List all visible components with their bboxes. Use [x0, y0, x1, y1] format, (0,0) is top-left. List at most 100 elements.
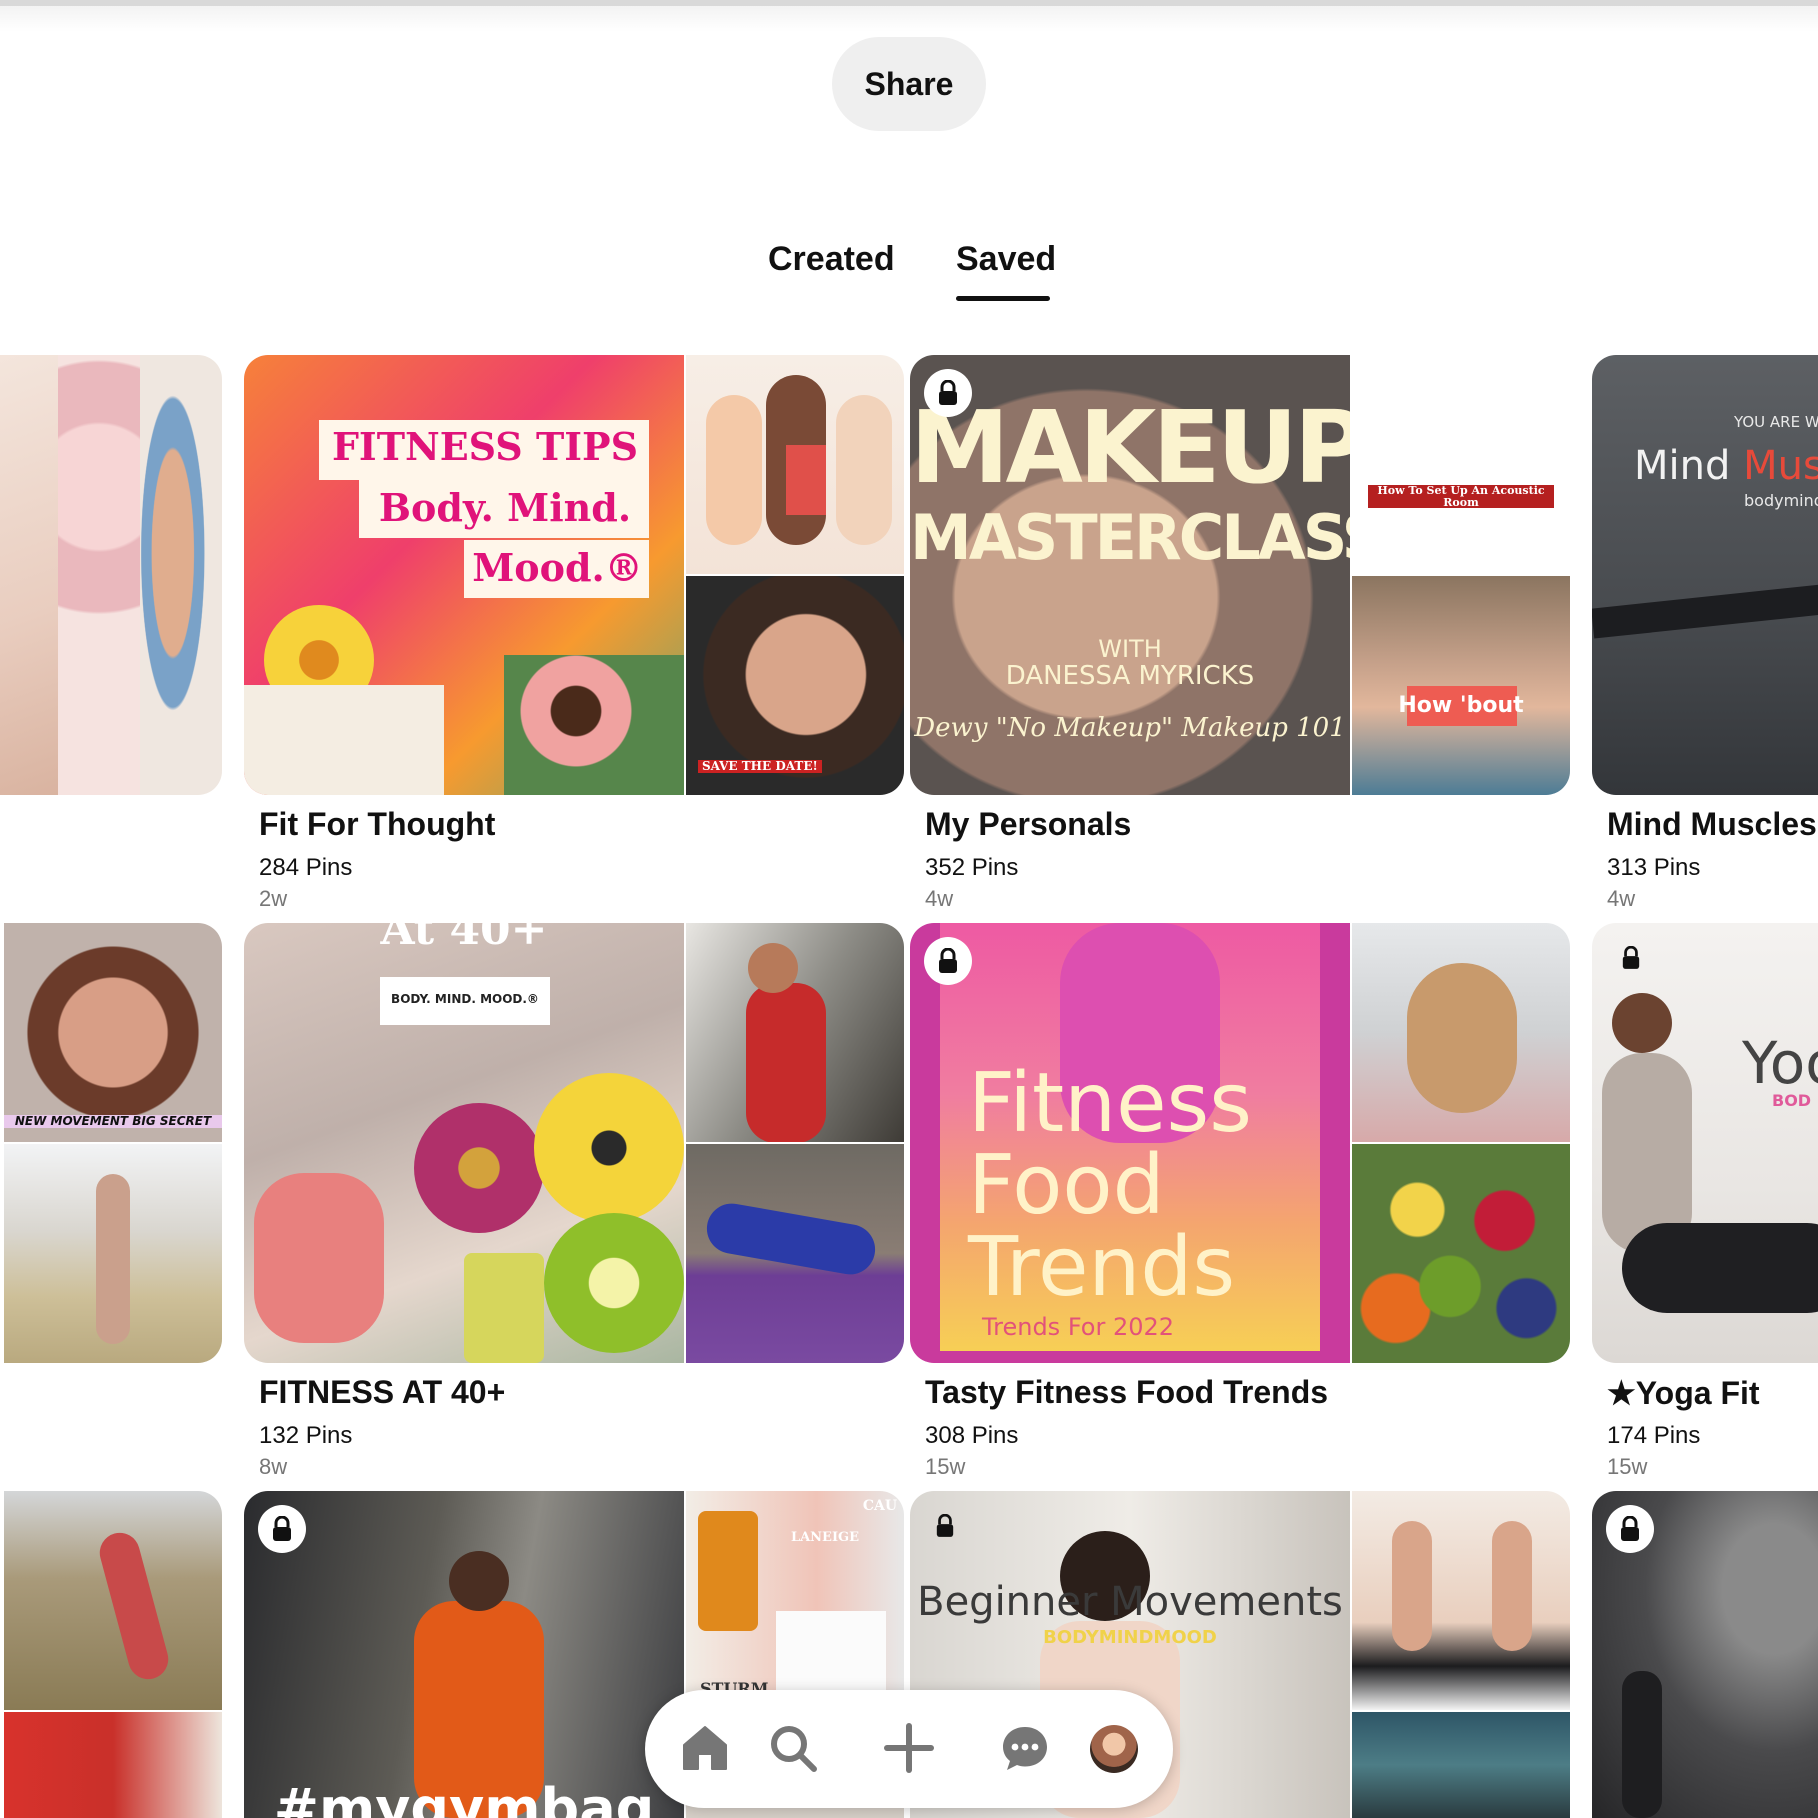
board-title[interactable]: FITNESS AT 40+: [259, 1374, 505, 1411]
top-shadow: [0, 6, 1818, 32]
bottom-nav-bar: [645, 1690, 1173, 1808]
board-updated: 2w: [259, 886, 288, 911]
cover-text: Trends For 2022: [982, 1313, 1175, 1341]
cover-text: BODYMINDMOOD: [1043, 1627, 1217, 1648]
cover-text: LANEIGE: [790, 1530, 860, 1545]
cover-image: [4, 1712, 222, 1818]
board-title[interactable]: Tasty Fitness Food Trends: [925, 1374, 1328, 1411]
avatar[interactable]: [1090, 1725, 1138, 1773]
cover-image-bottom-right: How 'bout: [1352, 576, 1570, 795]
cover-image: [4, 1491, 222, 1710]
cover-image: [140, 355, 222, 795]
cover-text: CAU: [862, 1498, 898, 1514]
cover-image-top-right: LANEIGE CAU STURM: [686, 1491, 904, 1710]
home-icon[interactable]: [677, 1720, 733, 1776]
cover-image: [4, 1144, 222, 1363]
board-updated: 4w: [1607, 886, 1636, 911]
cover-text: #mygymbag: [273, 1777, 655, 1818]
board-cover-partial-left-3[interactable]: [0, 1491, 222, 1818]
chat-icon[interactable]: [997, 1720, 1053, 1776]
board-pin-count: 284 Pins: [259, 854, 353, 881]
board-updated: 15w: [925, 1454, 966, 1479]
cover-image-top-right: How To Set Up An Acoustic Room: [1352, 355, 1570, 574]
cover-image-main: Yoo BOD: [1592, 923, 1818, 1363]
lock-icon: [1616, 943, 1646, 973]
cover-image-main: #mygymbag: [244, 1491, 684, 1818]
cover-image-top-right: [1352, 1491, 1570, 1710]
board-cover-partial-right-3[interactable]: [1592, 1491, 1818, 1818]
lock-icon: [930, 1511, 960, 1541]
cover-image-top-right: [686, 923, 904, 1142]
board-cover-yoga-fit[interactable]: Yoo BOD: [1592, 923, 1818, 1363]
cover-text: Mind: [1634, 443, 1744, 489]
cover-text: MASTERCLASS: [910, 501, 1350, 574]
cover-image: [58, 355, 140, 795]
board-updated: 15w: [1607, 1454, 1648, 1479]
cover-text: How To Set Up An Acoustic Room: [1368, 485, 1554, 509]
cover-text: Yoo: [1742, 1029, 1818, 1097]
board-title[interactable]: Mind Muscles: [1607, 806, 1817, 843]
search-icon[interactable]: [765, 1720, 821, 1776]
board-cover-mind-muscles[interactable]: YOU ARE WO Mind Musc bodymind: [1592, 355, 1818, 795]
cover-text: BOD: [1772, 1091, 1812, 1110]
cover-text: Dewy "No Makeup" Makeup 101: [914, 713, 1346, 743]
cover-text: BODY. MIND. MOOD.®: [391, 992, 539, 1006]
lock-icon: [258, 1505, 306, 1553]
cover-text: At 40+: [380, 923, 548, 955]
cover-image-main: MAKEUP MASTERCLASS WITH DANESSA MYRICKS …: [910, 355, 1350, 795]
board-pin-count: 174 Pins: [1607, 1422, 1701, 1449]
cover-text: DANESSA MYRICKS: [1005, 661, 1255, 691]
cover-image-main: At 40+ BODY. MIND. MOOD.®: [244, 923, 684, 1363]
cover-text: Trends: [968, 1220, 1236, 1315]
tab-saved[interactable]: Saved: [956, 240, 1056, 279]
board-cover-fitness-at-40[interactable]: At 40+ BODY. MIND. MOOD.®: [244, 923, 904, 1363]
lock-icon: [1606, 1505, 1654, 1553]
board-updated: 8w: [259, 1454, 288, 1479]
cover-text: Musc: [1743, 443, 1818, 489]
cover-text: SAVE THE DATE!: [698, 760, 822, 773]
board-title[interactable]: ★Yoga Fit: [1607, 1374, 1760, 1412]
cover-text: WITH: [1098, 635, 1162, 663]
cover-image-bottom-right: [686, 1144, 904, 1363]
cover-text: How 'bout: [1398, 693, 1524, 718]
cover-text: bodymind: [1744, 491, 1818, 510]
cover-image-main: YOU ARE WO Mind Musc bodymind: [1592, 355, 1818, 795]
cover-image-main: Fitness Food Trends Trends For 2022: [910, 923, 1350, 1363]
cover-image-bottom-right: [1352, 1712, 1570, 1818]
cover-image-bottom-right: SAVE THE DATE!: [686, 576, 904, 795]
board-pin-count: 308 Pins: [925, 1422, 1019, 1449]
cover-text: MAKEUP: [910, 389, 1350, 506]
cover-image-main: FITNESS TIPS Body. Mind. Mood.®: [244, 355, 684, 795]
cover-text: Body. Mind.: [378, 485, 632, 530]
cover-text: Beginner Movements: [917, 1579, 1343, 1625]
saved-tab-indicator: [956, 296, 1050, 301]
lock-icon: [924, 369, 972, 417]
cover-text: YOU ARE WO: [1734, 413, 1818, 431]
board-pin-count: 352 Pins: [925, 854, 1019, 881]
board-cover-partial-left-1[interactable]: [0, 355, 222, 795]
cover-image: NEW MOVEMENT BIG SECRET: [4, 923, 222, 1142]
board-cover-my-personals[interactable]: MAKEUP MASTERCLASS WITH DANESSA MYRICKS …: [910, 355, 1570, 795]
cover-text: Mood.®: [472, 545, 643, 590]
board-pin-count: 132 Pins: [259, 1422, 353, 1449]
board-updated: 4w: [925, 886, 954, 911]
cover-image: [0, 355, 58, 795]
plus-icon[interactable]: [881, 1720, 937, 1776]
cover-image-top-right: [686, 355, 904, 574]
cover-image-main: [1592, 1491, 1818, 1818]
cover-image-top-right: [1352, 923, 1570, 1142]
cover-text: Food: [968, 1138, 1165, 1233]
tab-created[interactable]: Created: [768, 240, 895, 279]
cover-image-bottom-right: [1352, 1144, 1570, 1363]
cover-text: NEW MOVEMENT BIG SECRET: [4, 1115, 222, 1128]
cover-text: Fitness: [968, 1056, 1252, 1151]
board-pin-count: 313 Pins: [1607, 854, 1701, 881]
board-cover-partial-left-2[interactable]: NEW MOVEMENT BIG SECRET: [0, 923, 222, 1363]
board-title[interactable]: My Personals: [925, 806, 1131, 843]
board-title[interactable]: Fit For Thought: [259, 806, 495, 843]
board-cover-fit-for-thought[interactable]: FITNESS TIPS Body. Mind. Mood.® SAVE THE…: [244, 355, 904, 795]
lock-icon: [924, 937, 972, 985]
board-cover-tasty-fitness-food-trends[interactable]: Fitness Food Trends Trends For 2022: [910, 923, 1570, 1363]
cover-text: FITNESS TIPS: [331, 424, 639, 469]
share-button[interactable]: Share: [832, 37, 986, 131]
